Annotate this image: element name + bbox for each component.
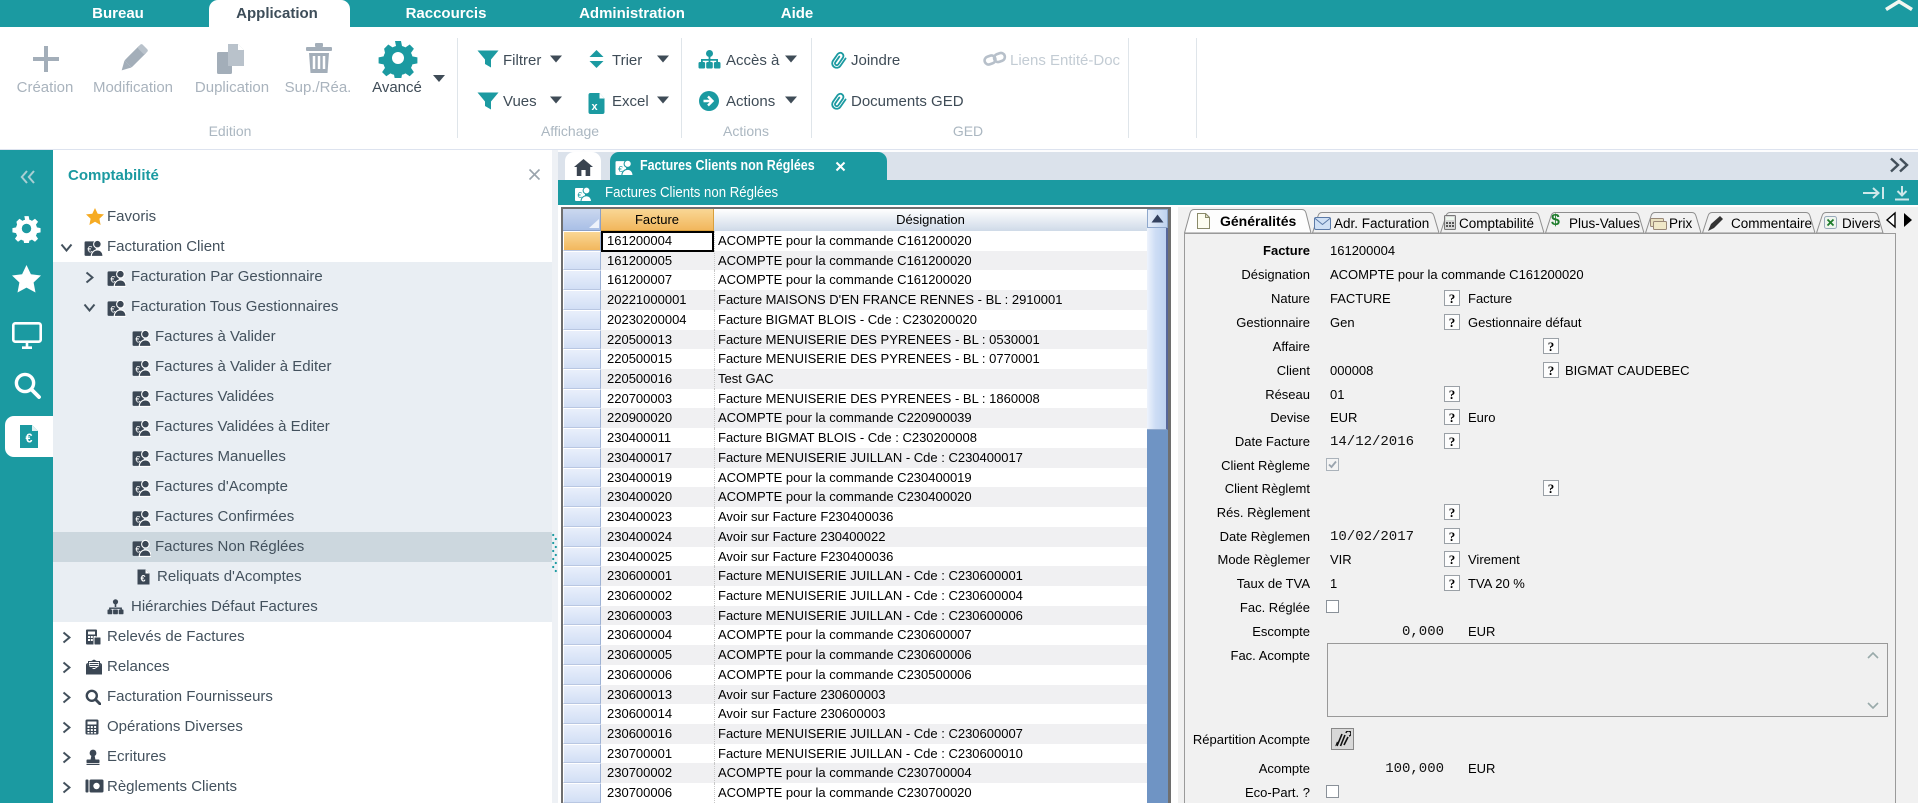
svg-text:€: € — [140, 574, 145, 584]
svg-text:x: x — [591, 101, 598, 113]
svg-text:€: € — [26, 432, 33, 446]
